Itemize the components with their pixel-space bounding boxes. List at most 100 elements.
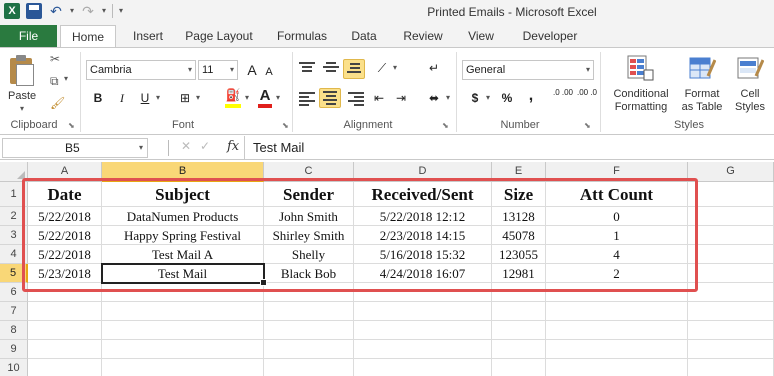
format-painter-icon[interactable]: 🖌 — [50, 96, 65, 110]
font-size-combo[interactable]: 11 ▾ — [198, 60, 238, 80]
table-cell[interactable]: 1 — [546, 226, 688, 245]
number-launcher-icon[interactable]: ⬊ — [584, 121, 591, 130]
table-cell[interactable] — [354, 359, 492, 376]
align-middle-icon[interactable] — [323, 62, 339, 76]
tab-view[interactable]: View — [458, 25, 504, 47]
decrease-indent-icon[interactable]: ⇤ — [370, 88, 388, 108]
decrease-decimal-button[interactable]: .00 .0 — [576, 88, 598, 108]
paste-label[interactable]: Paste — [8, 90, 36, 102]
table-cell[interactable] — [492, 340, 546, 359]
increase-indent-icon[interactable]: ⇥ — [392, 88, 410, 108]
table-cell[interactable] — [264, 321, 354, 340]
table-cell[interactable] — [688, 302, 774, 321]
row-header-6[interactable]: 6 — [0, 283, 28, 302]
table-cell[interactable] — [688, 283, 774, 302]
conditional-formatting-label[interactable]: Conditional Formatting — [606, 88, 676, 114]
row-header-8[interactable]: 8 — [0, 321, 28, 340]
increase-decimal-button[interactable]: .0 .00 — [552, 88, 574, 108]
wrap-text-icon[interactable]: ↵ — [424, 58, 444, 78]
copy-icon[interactable]: ⧉ — [50, 74, 59, 89]
tab-review[interactable]: Review — [394, 25, 452, 47]
table-cell[interactable]: Test Mail — [102, 264, 264, 283]
borders-icon[interactable]: ⊞ — [176, 88, 194, 108]
merge-center-icon[interactable]: ⬌ — [424, 88, 444, 108]
table-cell[interactable] — [264, 283, 354, 302]
underline-button[interactable]: U — [137, 88, 153, 108]
align-top-icon[interactable] — [299, 62, 315, 76]
row-header-2[interactable]: 2 — [0, 207, 28, 226]
table-cell[interactable] — [264, 302, 354, 321]
font-name-combo[interactable]: Cambria ▾ — [86, 60, 196, 80]
table-cell[interactable] — [492, 302, 546, 321]
row-header-5[interactable]: 5 — [0, 264, 28, 283]
table-cell[interactable] — [354, 283, 492, 302]
table-cell[interactable]: 5/22/2018 — [28, 245, 102, 264]
cut-icon[interactable]: ✂ — [50, 52, 60, 66]
table-cell[interactable] — [688, 264, 774, 283]
column-header-g[interactable]: G — [688, 162, 774, 182]
align-right-icon[interactable] — [348, 92, 364, 106]
orientation-icon[interactable]: ⟋ — [372, 58, 392, 78]
row-header-9[interactable]: 9 — [0, 340, 28, 359]
table-cell[interactable]: 13128 — [492, 207, 546, 226]
table-cell[interactable]: Happy Spring Festival — [102, 226, 264, 245]
select-all-button[interactable] — [0, 162, 28, 182]
row-header-1[interactable]: 1 — [0, 182, 28, 207]
table-cell[interactable] — [102, 283, 264, 302]
clipboard-launcher-icon[interactable]: ⬊ — [68, 121, 75, 130]
format-as-table-label[interactable]: Format as Table — [674, 88, 730, 114]
table-cell[interactable]: 12981 — [492, 264, 546, 283]
table-cell[interactable]: 2/23/2018 14:15 — [354, 226, 492, 245]
column-header-f[interactable]: F — [546, 162, 688, 182]
table-cell[interactable] — [102, 340, 264, 359]
row-header-7[interactable]: 7 — [0, 302, 28, 321]
row-header-3[interactable]: 3 — [0, 226, 28, 245]
table-cell[interactable] — [546, 321, 688, 340]
column-header-d[interactable]: D — [354, 162, 492, 182]
borders-dropdown-icon[interactable]: ▾ — [194, 88, 202, 108]
font-launcher-icon[interactable]: ⬊ — [282, 121, 289, 130]
tab-home[interactable]: Home — [60, 25, 116, 48]
table-cell[interactable] — [546, 283, 688, 302]
table-cell[interactable] — [688, 321, 774, 340]
table-cell[interactable] — [546, 359, 688, 376]
cell-styles-icon[interactable] — [736, 54, 765, 82]
table-cell[interactable] — [264, 340, 354, 359]
table-cell[interactable]: Black Bob — [264, 264, 354, 283]
table-cell[interactable]: 5/23/2018 — [28, 264, 102, 283]
tab-formulas[interactable]: Formulas — [268, 25, 336, 47]
enter-icon[interactable]: ✓ — [200, 139, 210, 153]
table-cell[interactable] — [354, 302, 492, 321]
table-cell[interactable] — [688, 340, 774, 359]
table-cell[interactable]: 45078 — [492, 226, 546, 245]
table-cell[interactable] — [688, 245, 774, 264]
table-cell[interactable] — [28, 359, 102, 376]
fill-dropdown-icon[interactable]: ▾ — [243, 88, 251, 108]
table-cell[interactable]: 5/22/2018 — [28, 226, 102, 245]
table-cell[interactable] — [546, 340, 688, 359]
table-cell[interactable] — [492, 359, 546, 376]
percent-button[interactable]: % — [500, 88, 514, 108]
align-left-icon[interactable] — [299, 92, 315, 106]
table-cell[interactable] — [492, 321, 546, 340]
table-cell[interactable] — [492, 283, 546, 302]
align-center-icon[interactable] — [319, 88, 341, 108]
number-format-combo[interactable]: General ▾ — [462, 60, 594, 80]
table-cell[interactable]: John Smith — [264, 207, 354, 226]
tab-data[interactable]: Data — [342, 25, 386, 47]
worksheet-grid[interactable]: A B C D E F G 1 2 3 4 5 6 7 8 9 10 Date … — [0, 162, 774, 376]
row-header-10[interactable]: 10 — [0, 359, 28, 376]
tab-file[interactable]: File — [0, 25, 57, 47]
copy-dropdown-icon[interactable]: ▾ — [64, 74, 68, 83]
header-cell-att-count[interactable]: Att Count — [546, 182, 688, 207]
column-header-e[interactable]: E — [492, 162, 546, 182]
table-cell[interactable] — [28, 340, 102, 359]
cell-styles-label[interactable]: Cell Styles — [730, 88, 770, 114]
table-cell[interactable] — [354, 340, 492, 359]
table-cell[interactable]: Test Mail A — [102, 245, 264, 264]
table-cell[interactable]: 5/16/2018 15:32 — [354, 245, 492, 264]
currency-button[interactable]: $ — [468, 88, 482, 108]
table-cell[interactable]: 0 — [546, 207, 688, 226]
table-cell[interactable]: 4/24/2018 16:07 — [354, 264, 492, 283]
fill-color-icon[interactable]: ⛽ — [224, 88, 242, 108]
